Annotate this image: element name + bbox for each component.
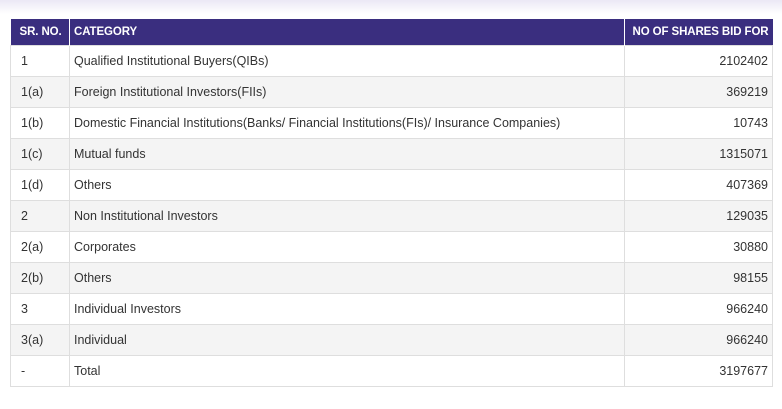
shares-cell: 2102402 xyxy=(624,44,773,77)
category-cell: Individual xyxy=(69,323,625,356)
table-row: 2 Non Institutional Investors 129035 xyxy=(10,199,773,232)
category-cell: Domestic Financial Institutions(Banks/ F… xyxy=(69,106,625,139)
table-row: 2(a) Corporates 30880 xyxy=(10,230,773,263)
table-row-total: - Total 3197677 xyxy=(10,354,773,387)
table-row: 3 Individual Investors 966240 xyxy=(10,292,773,325)
table-row: 3(a) Individual 966240 xyxy=(10,323,773,356)
sr-no-cell: 1 xyxy=(10,44,70,77)
header-shares-bid: NO OF SHARES BID FOR xyxy=(624,19,773,45)
sr-no-cell: 1(b) xyxy=(10,106,70,139)
header-sr-no: SR. NO. xyxy=(10,19,70,45)
table-body: 1 Qualified Institutional Buyers(QIBs) 2… xyxy=(10,44,773,387)
category-cell: Qualified Institutional Buyers(QIBs) xyxy=(69,44,625,77)
sr-no-cell: 1(d) xyxy=(10,168,70,201)
sr-no-cell: 1(a) xyxy=(10,75,70,108)
sr-no-cell: 2 xyxy=(10,199,70,232)
sr-no-cell: 3(a) xyxy=(10,323,70,356)
share-bid-table: SR. NO. CATEGORY NO OF SHARES BID FOR 1 … xyxy=(10,19,773,387)
shares-cell: 10743 xyxy=(624,106,773,139)
category-cell: Foreign Institutional Investors(FIIs) xyxy=(69,75,625,108)
category-cell: Total xyxy=(69,354,625,387)
category-cell: Individual Investors xyxy=(69,292,625,325)
sr-no-cell: 1(c) xyxy=(10,137,70,170)
category-cell: Mutual funds xyxy=(69,137,625,170)
table-row: 1 Qualified Institutional Buyers(QIBs) 2… xyxy=(10,44,773,77)
shares-cell: 966240 xyxy=(624,323,773,356)
table-header-row: SR. NO. CATEGORY NO OF SHARES BID FOR xyxy=(10,19,773,45)
sr-no-cell: - xyxy=(10,354,70,387)
shares-cell: 30880 xyxy=(624,230,773,263)
table-header: SR. NO. CATEGORY NO OF SHARES BID FOR xyxy=(10,19,773,45)
shares-cell: 1315071 xyxy=(624,137,773,170)
category-cell: Others xyxy=(69,168,625,201)
share-bid-table-container: SR. NO. CATEGORY NO OF SHARES BID FOR 1 … xyxy=(10,19,773,387)
sr-no-cell: 2(a) xyxy=(10,230,70,263)
category-cell: Non Institutional Investors xyxy=(69,199,625,232)
shares-cell: 966240 xyxy=(624,292,773,325)
shares-cell: 407369 xyxy=(624,168,773,201)
top-page-strip xyxy=(0,0,782,14)
shares-cell: 98155 xyxy=(624,261,773,294)
category-cell: Corporates xyxy=(69,230,625,263)
sr-no-cell: 3 xyxy=(10,292,70,325)
table-row: 1(d) Others 407369 xyxy=(10,168,773,201)
shares-cell: 129035 xyxy=(624,199,773,232)
shares-cell: 369219 xyxy=(624,75,773,108)
table-row: 1(b) Domestic Financial Institutions(Ban… xyxy=(10,106,773,139)
table-row: 1(a) Foreign Institutional Investors(FII… xyxy=(10,75,773,108)
category-cell: Others xyxy=(69,261,625,294)
table-row: 1(c) Mutual funds 1315071 xyxy=(10,137,773,170)
header-category: CATEGORY xyxy=(69,19,625,45)
table-row: 2(b) Others 98155 xyxy=(10,261,773,294)
shares-cell: 3197677 xyxy=(624,354,773,387)
sr-no-cell: 2(b) xyxy=(10,261,70,294)
